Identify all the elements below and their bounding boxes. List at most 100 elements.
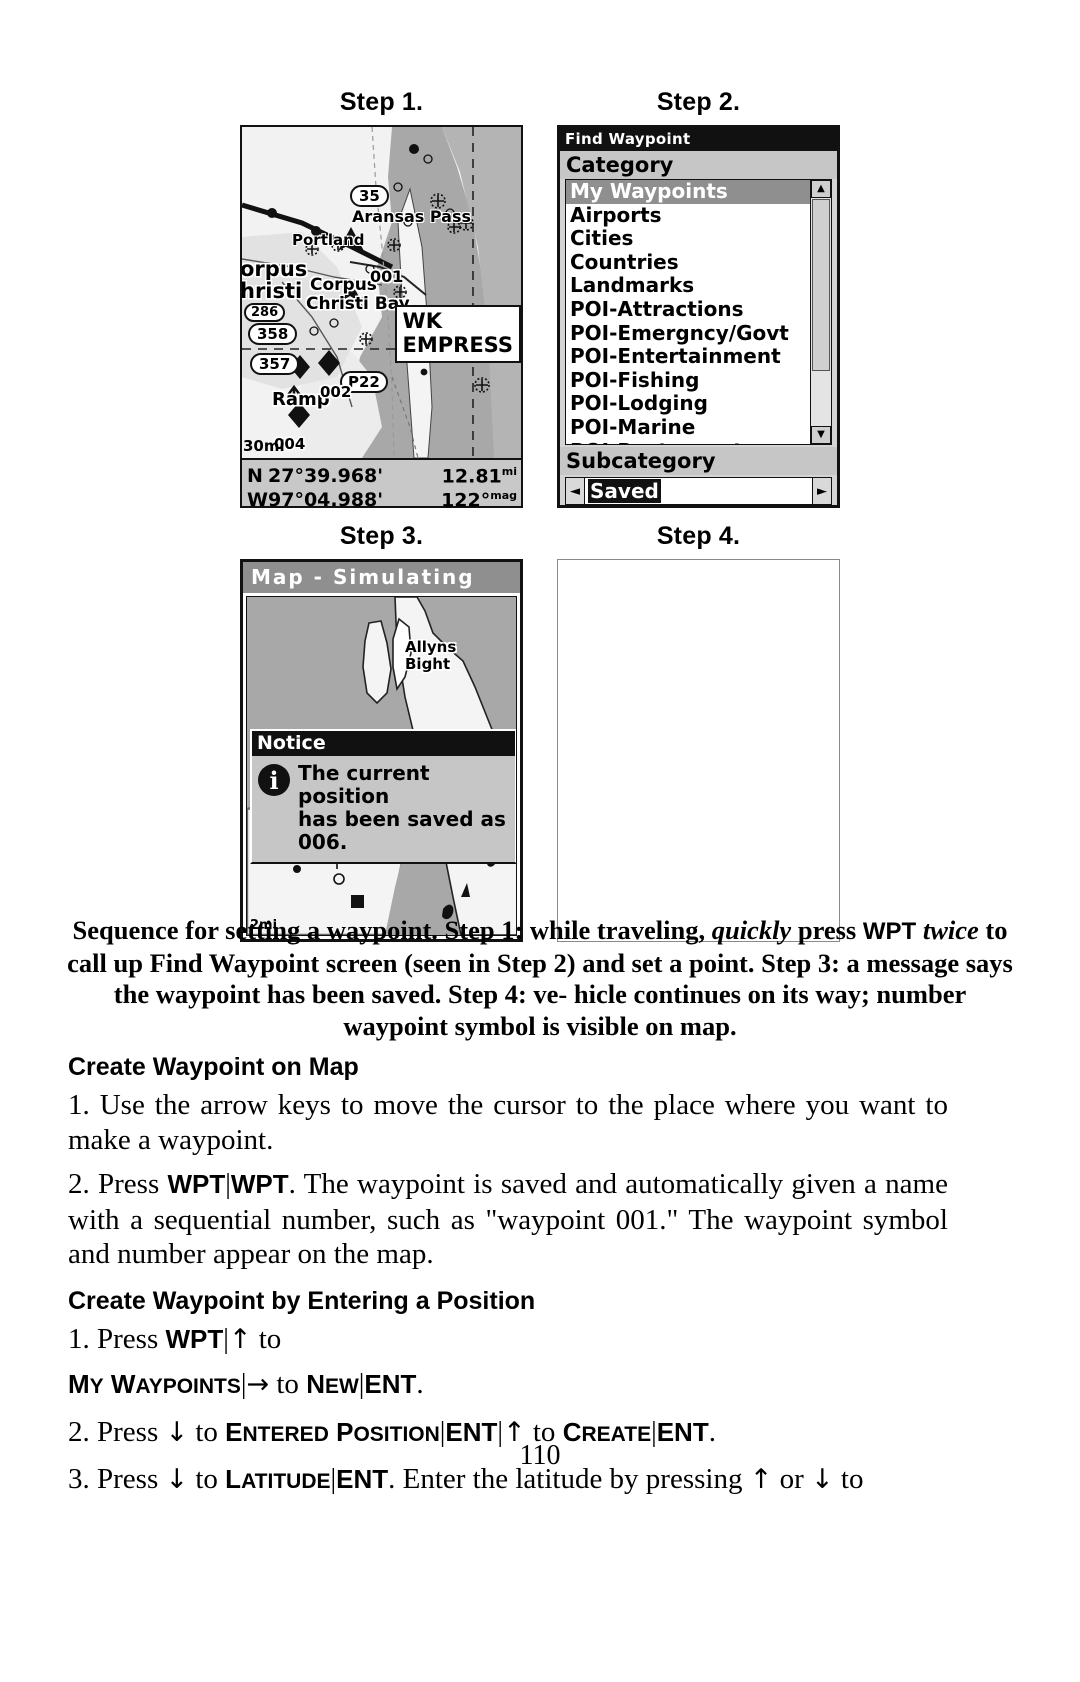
caption-line-1b: press (791, 915, 857, 945)
gps-map-screen-step1: 35 Aransas Pass Portland orpus hristi 28… (240, 125, 523, 511)
page-number: 110 (519, 1440, 561, 1471)
list-item[interactable]: Airports (566, 203, 810, 228)
scroll-up-icon[interactable]: ▲ (811, 180, 831, 198)
scroll-down-icon[interactable]: ▼ (811, 426, 831, 444)
waypoint-info-box: WK EMPRESS (394, 305, 521, 363)
step-3-label: Step 3. (339, 522, 424, 550)
list-item[interactable]: POI-Attractions (566, 297, 810, 322)
category-scrollbar[interactable]: ▲ ▼ (810, 180, 831, 444)
notice-dialog: Notice i The current position has been s… (250, 729, 516, 864)
list-item[interactable]: Countries (566, 250, 810, 275)
lon-hemisphere: W (247, 489, 268, 512)
find-waypoint-titlebar: Find Waypoint (560, 128, 837, 151)
figure-caption: Sequence for setting a waypoint. Step 1:… (66, 915, 1014, 1042)
list-item[interactable]: Landmarks (566, 274, 810, 298)
bearing-unit: mag (490, 489, 517, 502)
right-arrow-icon[interactable]: ► (812, 478, 831, 504)
notice-body: i The current position has been saved as… (252, 756, 515, 862)
notice-line-1: The current position (298, 761, 430, 808)
arrow-up-icon: ↑ (228, 1323, 252, 1355)
figure-step-3: Step 3. Map - Simulating Allyns Bight No… (240, 522, 523, 942)
list-item[interactable]: POI-Marine (566, 415, 810, 440)
list-item[interactable]: POI-Restaurants (566, 439, 810, 444)
paragraph-2: 2. Press WPT|WPT. The waypoint is saved … (68, 1168, 948, 1270)
map-label-christi: hristi (242, 279, 303, 303)
coordinate-readout-bar: N 27°39.968' 12.81mi W 97°04.988' 122°ma… (242, 458, 521, 511)
left-arrow-icon[interactable]: ◄ (566, 478, 585, 504)
subcategory-label: Subcategory (560, 447, 837, 475)
subcategory-value: Saved (585, 479, 812, 503)
list-item[interactable]: POI-Lodging (566, 392, 810, 416)
notice-line-2: has been saved as (298, 807, 506, 831)
key-new: NEW (306, 1369, 359, 1399)
step-2-label: Step 2. (656, 88, 741, 116)
category-list-items: My Waypoints Airports Cities Countries L… (566, 180, 810, 444)
wk-line-1: WK (402, 309, 442, 333)
document-page: Step 1. 35 Aransas Pass Portland orpus h… (0, 0, 1080, 1682)
map-label-aransas-pass: Aransas Pass (352, 207, 472, 226)
notice-message: The current position has been saved as 0… (298, 762, 511, 854)
p4-to: to (269, 1368, 307, 1400)
map-label-allyns-bight: Allyns Bight (405, 639, 456, 673)
bearing-readout: 122°mag (418, 484, 521, 512)
map-label-allyns: Allyns (405, 638, 457, 656)
map-canvas-step3: Allyns Bight Notice i The current positi… (246, 596, 517, 936)
lat-hemisphere: N (247, 465, 263, 488)
p3-post: to (251, 1322, 282, 1355)
p2-pre: 2. Press (68, 1168, 168, 1200)
scrollbar-thumb[interactable] (812, 199, 830, 371)
longitude-row: W 97°04.988' 122°mag (242, 484, 521, 511)
arrow-right-icon: → (246, 1369, 270, 1400)
figure-step-4: Step 4. (557, 522, 840, 942)
notice-line-3: 006. (298, 830, 348, 854)
notice-title: Notice (252, 731, 515, 756)
key-wpt-b: WPT (230, 1169, 289, 1199)
latitude-row: N 27°39.968' 12.81mi (242, 460, 521, 487)
info-icon: i (258, 764, 290, 796)
figure-block: Step 1. 35 Aransas Pass Portland orpus h… (0, 88, 1080, 942)
distance-unit: mi (501, 465, 517, 478)
map-label-hwy357: 357 (250, 353, 300, 375)
map-label-portland: Portland (292, 231, 365, 249)
heading-create-waypoint-by-entering-position: Create Waypoint by Entering a Position (68, 1286, 536, 1315)
subcategory-selector[interactable]: ◄ Saved ► (565, 477, 832, 505)
paragraph-1: 1. Use the arrow keys to move the cursor… (68, 1089, 948, 1156)
map-label-wpt-002: 002 (320, 383, 352, 401)
key-my-waypoints: MY WAYPOINTS (68, 1369, 241, 1399)
list-item[interactable]: POI-Emergncy/Govt (566, 321, 810, 346)
blank-screen-step4 (557, 559, 840, 942)
list-item[interactable]: POI-Entertainment (566, 345, 810, 369)
map-label-bight: Bight (405, 655, 451, 673)
find-waypoint-screen: Find Waypoint Category My Waypoints Airp… (557, 125, 840, 508)
key-ent: ENT (364, 1369, 417, 1399)
map-label-hwy358: 358 (248, 323, 298, 345)
step-4-label: Step 4. (656, 522, 741, 550)
map-canvas-step1: 35 Aransas Pass Portland orpus hristi 28… (242, 127, 521, 458)
category-list[interactable]: My Waypoints Airports Cities Countries L… (565, 179, 832, 445)
caption-twice: twice (922, 915, 979, 945)
paragraph-4: MY WAYPOINTS|→ to NEW|ENT. (68, 1368, 424, 1400)
lat-value: 27°39.968' (268, 465, 384, 488)
caption-key-wpt: WPT (862, 918, 917, 945)
figure-step-1: Step 1. 35 Aransas Pass Portland orpus h… (240, 88, 523, 511)
map-label-hwy286: 286 (244, 301, 286, 322)
map-simulating-screen: Map - Simulating Allyns Bight Notice i T… (240, 559, 523, 942)
figure-row-bottom: Step 3. Map - Simulating Allyns Bight No… (0, 522, 1080, 942)
map-label-corpus: orpus (242, 257, 308, 281)
step-1-label: Step 1. (339, 88, 424, 116)
category-label: Category (560, 151, 837, 179)
map-label-hwy35: 35 (350, 185, 389, 207)
lon-value: 97°04.988' (268, 489, 384, 512)
subcategory-value-text: Saved (588, 479, 661, 503)
p4-end: . (416, 1368, 424, 1400)
caption-quickly: quickly (711, 915, 792, 945)
map-label-waypoint-001: 001 (370, 267, 404, 286)
bearing-value: 122° (441, 489, 491, 512)
caption-line-1a: Sequence for setting a waypoint. Step 1:… (72, 915, 712, 945)
figure-row-top: Step 1. 35 Aransas Pass Portland orpus h… (0, 88, 1080, 511)
list-item[interactable]: Cities (566, 227, 810, 251)
body-content: Create Waypoint on Map 1. Use the arrow … (68, 1038, 948, 1500)
list-item[interactable]: POI-Fishing (566, 368, 810, 393)
list-item[interactable]: My Waypoints (566, 180, 810, 204)
heading-create-waypoint-on-map: Create Waypoint on Map (68, 1053, 359, 1081)
